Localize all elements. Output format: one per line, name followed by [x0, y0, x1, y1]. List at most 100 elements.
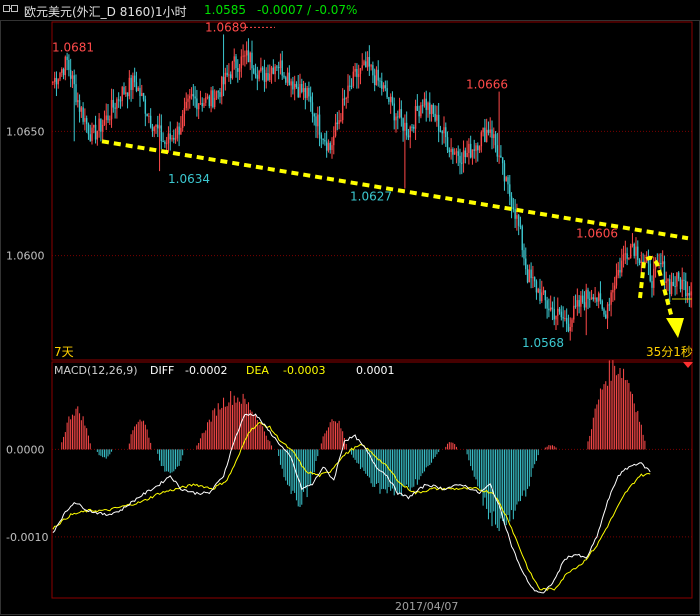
- candle-body: [574, 305, 577, 307]
- price-tick-label: 1.0650: [6, 125, 45, 138]
- candle-body: [174, 138, 177, 140]
- candle-body: [142, 93, 145, 100]
- candle-body: [429, 102, 431, 115]
- candle-body: [180, 127, 182, 135]
- candle-body: [89, 134, 91, 142]
- period-label: 7天: [54, 345, 74, 359]
- window-border: [0, 20, 700, 615]
- candle-body: [496, 145, 499, 157]
- candle-body: [558, 308, 561, 312]
- candle-body: [612, 290, 614, 293]
- candle-body: [269, 73, 271, 80]
- candle-body: [541, 292, 543, 302]
- candle-body: [352, 71, 355, 87]
- candle-body: [679, 278, 682, 290]
- candle-body: [212, 90, 214, 108]
- candle-body: [589, 298, 591, 300]
- candle-body: [59, 72, 61, 80]
- forex-chart[interactable]: 1.0650 1.0600 1.0681 1.0689 1.0666 1.0606 1.06…: [0, 0, 700, 616]
- candle-body: [341, 98, 344, 121]
- candle-body: [69, 69, 72, 79]
- candle-body: [77, 100, 79, 103]
- candle-body: [624, 253, 627, 255]
- candle-body: [681, 279, 683, 290]
- candle-body: [210, 90, 212, 107]
- candle-body: [80, 107, 83, 112]
- candle-body: [379, 80, 381, 82]
- macd-title: MACD(12,26,9): [54, 364, 138, 377]
- candle-body: [167, 133, 170, 144]
- candle-body: [73, 75, 75, 85]
- candle-body: [445, 127, 447, 138]
- candle-body: [395, 116, 397, 121]
- candle-body: [121, 87, 123, 101]
- candle-body: [260, 67, 262, 71]
- candle-body: [144, 99, 147, 114]
- candle-body: [461, 162, 463, 164]
- candle-body: [327, 143, 330, 151]
- candle-body: [674, 286, 676, 288]
- candle-body: [613, 285, 616, 291]
- candle-body: [189, 95, 191, 99]
- candle-body: [466, 152, 468, 158]
- candle-body: [247, 50, 250, 63]
- candle-body: [626, 253, 628, 259]
- candle-body: [505, 177, 507, 182]
- candle-body: [187, 98, 189, 102]
- candle-body: [569, 327, 571, 331]
- price-annotation: 1.0568: [522, 336, 564, 350]
- candle-body: [548, 308, 550, 311]
- candle-body: [629, 245, 632, 259]
- candle-body: [649, 263, 651, 282]
- candle-body: [235, 56, 237, 69]
- candle-body: [52, 81, 54, 83]
- candle-body: [437, 114, 440, 132]
- candle-body: [386, 88, 388, 98]
- candle-body: [215, 91, 218, 98]
- candle-body: [114, 107, 116, 109]
- candle-body: [446, 137, 449, 151]
- candle-body: [112, 99, 115, 108]
- candle-body: [462, 150, 465, 164]
- candle-body: [621, 260, 623, 273]
- candle-body: [503, 163, 506, 182]
- price-annotation: 1.0666: [466, 78, 508, 92]
- candle-body: [601, 300, 603, 309]
- diff-legend: DIFF: [150, 364, 174, 377]
- candle-body: [61, 69, 63, 73]
- candle-body: [245, 50, 248, 56]
- candle-body: [530, 269, 532, 279]
- candle-body: [345, 98, 347, 100]
- candle-body: [101, 124, 104, 132]
- candle-body: [354, 69, 356, 72]
- candle-body: [213, 97, 216, 108]
- candle-body: [196, 98, 198, 110]
- candle-body: [96, 130, 99, 140]
- candle-body: [318, 114, 321, 135]
- candle-body: [285, 77, 287, 83]
- candle-body: [628, 258, 630, 260]
- candle-body: [514, 209, 516, 219]
- candle-body: [498, 155, 500, 157]
- price-annotation: 1.0634: [168, 172, 210, 186]
- candle-body: [663, 261, 666, 284]
- candle-body: [677, 272, 680, 279]
- candle-body: [119, 100, 122, 102]
- candle-body: [571, 319, 573, 328]
- candle-body: [176, 126, 179, 139]
- candle-body: [171, 137, 173, 140]
- candle-body: [667, 279, 669, 282]
- candle-body: [638, 259, 641, 263]
- candle-body: [580, 295, 582, 307]
- candle-body: [635, 246, 637, 256]
- candle-body: [423, 98, 426, 106]
- candle-body: [473, 149, 475, 151]
- candle-body: [103, 120, 106, 125]
- candle-body: [350, 85, 353, 87]
- candle-body: [57, 79, 59, 85]
- candle-body: [521, 226, 523, 251]
- candle-body: [676, 272, 678, 287]
- macd-panel-frame: [51, 361, 693, 599]
- candle-body: [251, 52, 253, 69]
- macd-tick-label: 0.0000: [6, 443, 45, 456]
